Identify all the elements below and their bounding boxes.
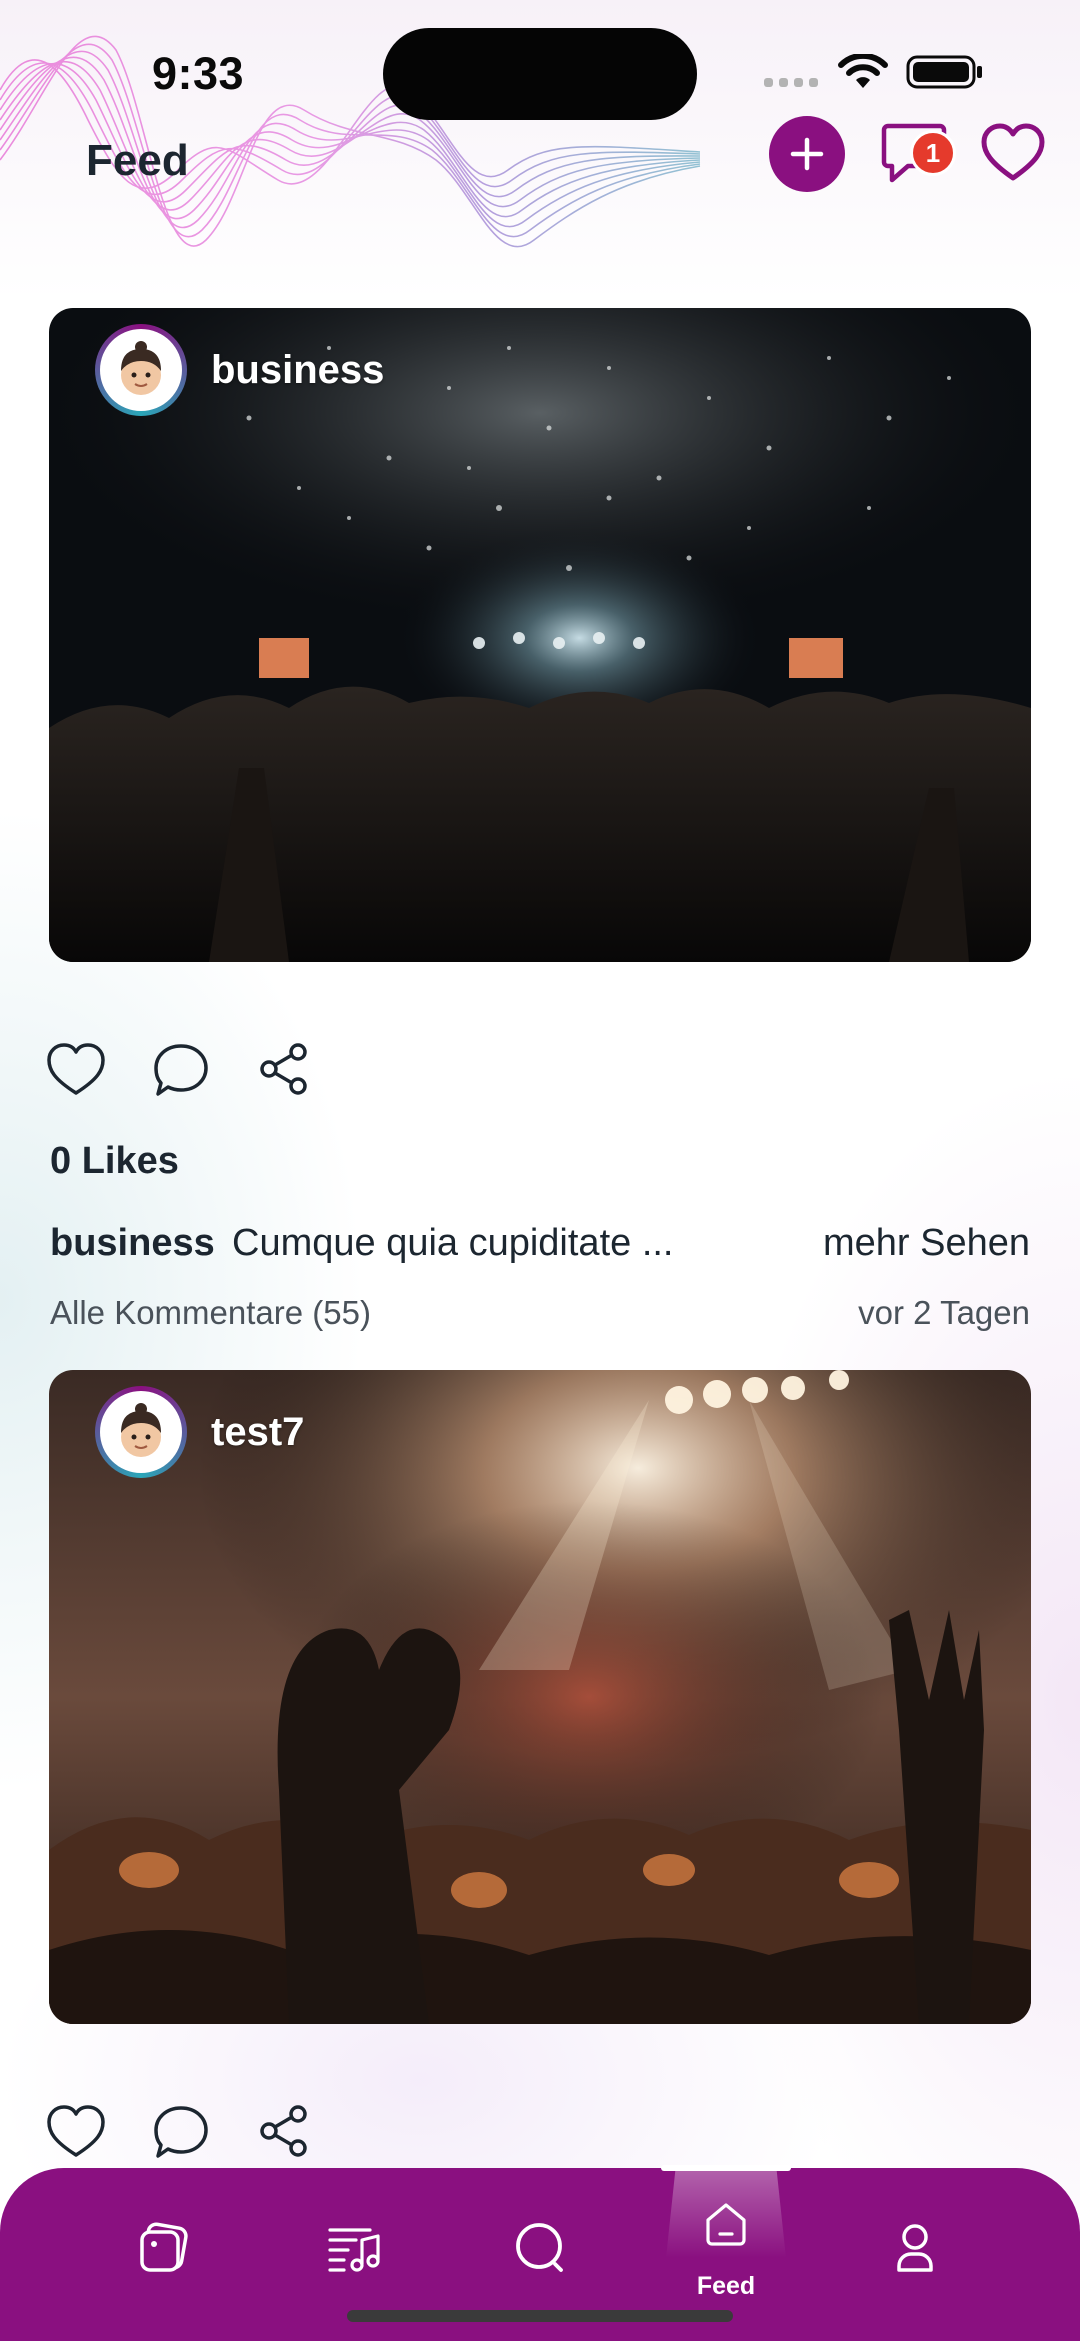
share-icon[interactable] bbox=[258, 1042, 310, 1096]
like-heart-icon[interactable] bbox=[46, 2104, 106, 2160]
comment-bubble-icon[interactable] bbox=[152, 2104, 210, 2162]
status-time: 9:33 bbox=[152, 48, 245, 99]
see-more-link[interactable]: mehr Sehen bbox=[823, 1222, 1030, 1265]
caption-text: Cumque quia cupiditate ... bbox=[232, 1222, 674, 1264]
post-actions bbox=[46, 2104, 346, 2168]
home-indicator[interactable] bbox=[347, 2310, 733, 2322]
playlist-icon bbox=[328, 2228, 380, 2272]
nav-item-cards[interactable] bbox=[98, 2168, 228, 2341]
caption-username[interactable]: business bbox=[50, 1222, 215, 1265]
concert-confetti-photo bbox=[49, 308, 1031, 962]
post-timestamp: vor 2 Tagen bbox=[858, 1294, 1030, 1331]
post-image[interactable]: business bbox=[49, 308, 1031, 962]
wifi-icon bbox=[838, 54, 888, 88]
share-icon[interactable] bbox=[258, 2104, 310, 2158]
likes-count: 0 Likes bbox=[50, 1140, 179, 1182]
plus-icon bbox=[790, 137, 824, 171]
post-username[interactable]: business bbox=[211, 348, 384, 393]
author-avatar[interactable] bbox=[95, 324, 187, 416]
post-username[interactable]: test7 bbox=[211, 1410, 304, 1455]
battery-icon bbox=[906, 55, 982, 89]
post-meta: Alle Kommentare (55) vor 2 Tagen bbox=[50, 1294, 1030, 1334]
cards-icon bbox=[140, 2222, 188, 2272]
all-comments-link[interactable]: Alle Kommentare (55) bbox=[50, 1294, 371, 1332]
memoji-avatar-icon bbox=[121, 1403, 161, 1457]
heart-icon bbox=[981, 123, 1045, 181]
dynamic-island bbox=[383, 28, 697, 120]
cellular-signal-icon bbox=[764, 78, 820, 88]
create-post-button[interactable] bbox=[769, 116, 845, 192]
comment-bubble-icon[interactable] bbox=[152, 1042, 210, 1100]
post-actions bbox=[46, 1042, 346, 1106]
memoji-avatar-icon bbox=[121, 341, 161, 395]
message-count-badge: 1 bbox=[910, 130, 956, 176]
post-image[interactable]: test7 bbox=[49, 1370, 1031, 2024]
author-avatar[interactable] bbox=[95, 1386, 187, 1478]
concert-heart-hands-photo bbox=[49, 1370, 1031, 2024]
page-title: Feed bbox=[86, 136, 189, 185]
nav-item-profile[interactable] bbox=[849, 2168, 979, 2341]
home-icon bbox=[706, 2203, 746, 2246]
profile-icon bbox=[897, 2224, 933, 2272]
nav-label-feed: Feed bbox=[696, 2272, 756, 2300]
post-caption: business Cumque quia cupiditate ... mehr… bbox=[50, 1222, 1030, 1272]
favorites-button[interactable] bbox=[980, 122, 1046, 184]
search-icon bbox=[516, 2223, 563, 2272]
like-heart-icon[interactable] bbox=[46, 1042, 106, 1098]
